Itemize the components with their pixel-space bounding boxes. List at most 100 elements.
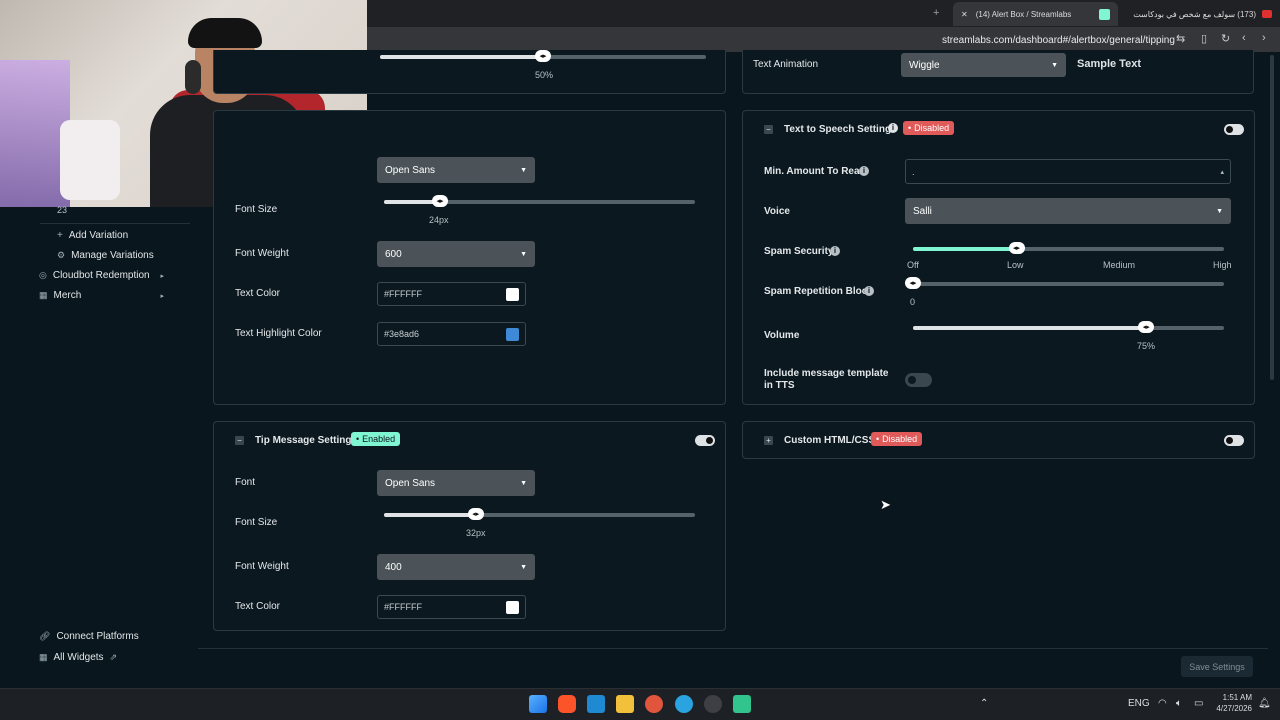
sidebar-item-add-variation[interactable]: + Add Variation <box>57 230 128 241</box>
info-icon[interactable]: i <box>864 286 874 296</box>
toggle-knob <box>1226 126 1233 133</box>
collapse-icon[interactable]: − <box>764 125 773 134</box>
browser-tab[interactable]: (173) سولف مع شخص في بودكاست <box>1122 2 1280 26</box>
new-tab-button[interactable]: + <box>933 7 939 19</box>
slider-fill <box>384 513 476 517</box>
font-select[interactable]: Open Sans ▼ <box>377 157 535 183</box>
color-swatch[interactable] <box>506 287 519 301</box>
tab-title: (173) سولف مع شخص في بودكاست <box>1133 9 1256 19</box>
scrollbar-thumb[interactable] <box>1270 55 1274 380</box>
spam-security-label: Spam Security <box>764 246 834 257</box>
slider-handle[interactable]: ◂▸ <box>1138 321 1155 333</box>
voice-select[interactable]: Salli ▼ <box>905 198 1231 224</box>
sidebar-item-label: Cloudbot Redemption <box>52 270 150 281</box>
highlight-color-input[interactable]: #3e8ad6 <box>377 322 526 346</box>
external-link-icon: ⇗ <box>109 652 118 662</box>
streamlabs-icon[interactable] <box>733 695 751 713</box>
collapse-icon[interactable]: − <box>235 436 244 445</box>
language-indicator[interactable]: ENG <box>1128 698 1150 709</box>
volume-value: 75% <box>1137 341 1156 351</box>
clock-time[interactable]: 1:51 AM <box>1212 693 1252 702</box>
font-weight-select[interactable]: 600 ▼ <box>377 241 535 267</box>
file-explorer-icon[interactable] <box>616 695 634 713</box>
slider-handle[interactable]: ◂▸ <box>905 277 921 289</box>
font-select[interactable]: Open Sans ▼ <box>377 470 535 496</box>
text-color-input[interactable]: #FFFFFF <box>377 282 526 306</box>
gear-icon: ⚙ <box>57 250 66 260</box>
expand-icon[interactable]: + <box>764 436 773 445</box>
tts-panel <box>742 110 1255 405</box>
url-field[interactable]: streamlabs.com/dashboard#/alertbox/gener… <box>942 35 1175 46</box>
text-animation-select[interactable]: Wiggle ▼ <box>901 53 1066 77</box>
select-value: 400 <box>385 561 402 573</box>
tick-medium: Medium <box>1103 260 1136 270</box>
tune-icon[interactable]: ⇆ <box>1176 32 1185 45</box>
clock-date[interactable]: 4/27/2026 <box>1212 704 1252 713</box>
min-amount-input[interactable]: . ▴ <box>905 159 1231 184</box>
color-swatch[interactable] <box>506 600 519 614</box>
slider-fill <box>913 326 1147 330</box>
custom-html-toggle[interactable] <box>1224 435 1244 446</box>
vscode-icon[interactable] <box>587 695 605 713</box>
brave-browser-icon[interactable] <box>558 695 576 713</box>
input-value: #FFFFFF <box>384 289 422 299</box>
windows-start-icon[interactable] <box>529 695 547 713</box>
caret-right-icon: ▸ <box>160 292 164 300</box>
forward-icon[interactable]: › <box>1262 32 1266 44</box>
slider-handle[interactable]: ◂▸ <box>431 195 448 207</box>
font-weight-select[interactable]: 400 ▼ <box>377 554 535 580</box>
notification-icon[interactable]: 🔔︎ <box>1258 698 1271 709</box>
obs-icon[interactable] <box>704 695 722 713</box>
spam-repetition-slider: ◂▸ <box>905 277 1224 289</box>
info-icon[interactable]: i <box>830 246 840 256</box>
telegram-icon[interactable] <box>675 695 693 713</box>
sidebar-divider <box>40 223 190 224</box>
sidebar-item-merch[interactable]: ▦ Merch ▸ <box>39 290 164 301</box>
text-color-label: Text Color <box>235 288 281 299</box>
slider-handle[interactable]: ◂▸ <box>535 50 551 62</box>
chevron-down-icon: ▼ <box>520 166 527 174</box>
chevron-down-icon: ▼ <box>1051 61 1058 69</box>
info-icon[interactable]: i <box>888 123 898 133</box>
stepper-icon[interactable]: ▴ <box>1220 168 1224 176</box>
font-size-slider: ◂▸ <box>384 508 695 520</box>
include-template-toggle[interactable] <box>905 373 932 387</box>
connect-platforms-link[interactable]: 🔗︎ Connect Platforms <box>39 631 139 642</box>
tts-toggle[interactable] <box>1224 124 1244 135</box>
volume-icon[interactable]: 🔈︎ <box>1176 698 1182 709</box>
variation-count: 23 <box>57 205 68 215</box>
app-icon[interactable] <box>645 695 663 713</box>
tray-chevron-icon[interactable]: ⌃ <box>980 698 988 709</box>
sidebar-item-manage-variations[interactable]: ⚙ Manage Variations <box>57 250 154 261</box>
info-icon[interactable]: i <box>859 166 869 176</box>
text-color-input[interactable]: #FFFFFF <box>377 595 526 619</box>
slider-handle[interactable]: ◂▸ <box>467 508 484 520</box>
min-amount-label: Min. Amount To Read <box>764 166 866 177</box>
close-tab-icon[interactable]: ✕ <box>961 10 968 19</box>
sidebar-footer-label: All Widgets <box>53 652 104 663</box>
volume-slider: ◂▸ <box>913 321 1224 333</box>
slider-handle[interactable]: ◂▸ <box>1008 242 1025 254</box>
input-value: #3e8ad6 <box>384 329 420 339</box>
back-icon[interactable]: ‹ <box>1242 32 1246 44</box>
reload-icon[interactable]: ↻ <box>1221 32 1230 45</box>
status-text: Disabled <box>882 434 918 444</box>
select-value: Open Sans <box>385 164 436 176</box>
tip-message-toggle[interactable] <box>695 435 715 446</box>
font-size-slider: ◂▸ <box>384 195 695 207</box>
all-widgets-link[interactable]: ▦ All Widgets ⇗ <box>39 652 117 663</box>
bookmark-icon[interactable]: ▯ <box>1201 32 1207 45</box>
save-settings-button[interactable]: Save Settings <box>1181 656 1253 677</box>
sidebar-item-cloudbot-redemption[interactable]: ◎ Cloudbot Redemption ▸ <box>39 270 164 281</box>
spam-repetition-label: Spam Repetition Block <box>764 286 873 297</box>
font-label: Font <box>235 477 256 488</box>
wifi-icon[interactable]: ◠ <box>1158 698 1167 709</box>
slider-value: 50% <box>535 70 554 80</box>
battery-icon[interactable]: ▭ <box>1194 698 1203 709</box>
color-swatch[interactable] <box>506 327 519 341</box>
status-badge: • Enabled <box>351 432 401 446</box>
input-value: . <box>912 166 915 177</box>
sample-text-preview: Sample Text <box>1077 58 1141 70</box>
browser-tab-active[interactable]: ✕ (14) Alert Box / Streamlabs <box>953 2 1118 26</box>
text-animation-label: Text Animation <box>753 59 819 70</box>
